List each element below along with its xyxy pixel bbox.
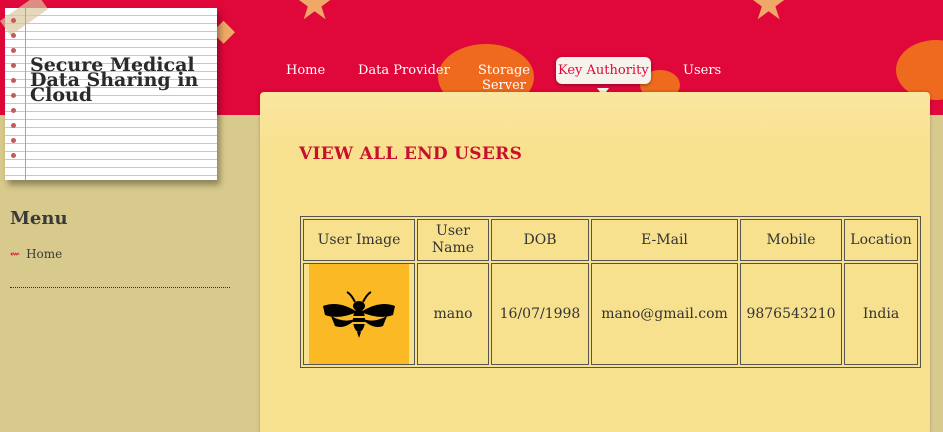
column-header: E-Mail xyxy=(591,219,738,261)
location-cell: India xyxy=(844,263,918,365)
column-header: User Name xyxy=(417,219,489,261)
column-header: Mobile xyxy=(740,219,842,261)
nav-data-provider[interactable]: Data Provider xyxy=(358,63,450,78)
sidebar: Menu ⇜ Home xyxy=(10,208,230,288)
column-header: Location xyxy=(844,219,918,261)
mobile-cell: 9876543210 xyxy=(740,263,842,365)
sidebar-item-label: Home xyxy=(26,247,63,261)
nav-users[interactable]: Users xyxy=(683,63,721,78)
sidebar-item-home[interactable]: ⇜ Home xyxy=(10,247,230,261)
user-image-cell xyxy=(303,263,415,365)
site-title: Secure Medical Data Sharing in Cloud xyxy=(30,54,199,106)
content-panel: VIEW ALL END USERS User Image User Name … xyxy=(260,92,930,432)
nav-storage-server[interactable]: Storage Server xyxy=(474,63,534,93)
nav-key-authority[interactable]: Key Authority xyxy=(556,57,651,84)
star-icon: ★ xyxy=(748,0,790,30)
notepad-holes xyxy=(11,18,16,168)
email-cell: mano@gmail.com xyxy=(591,263,738,365)
menu-divider xyxy=(10,287,230,288)
bee-icon xyxy=(323,291,395,338)
decor-blob xyxy=(896,40,943,100)
nav-home[interactable]: Home xyxy=(286,63,325,78)
bee-avatar xyxy=(309,264,409,364)
menu-title: Menu xyxy=(10,208,68,229)
page-title: VIEW ALL END USERS xyxy=(299,144,523,164)
table-header-row: User Image User Name DOB E-Mail Mobile L… xyxy=(303,219,918,261)
star-icon: ★ xyxy=(294,0,336,30)
notepad-margin-line xyxy=(25,8,26,180)
arrow-icon: ⇜ xyxy=(10,247,21,261)
logo-notepad: Secure Medical Data Sharing in Cloud xyxy=(0,0,217,180)
table-row: mano 16/07/1998 mano@gmail.com 987654321… xyxy=(303,263,918,365)
user-name-cell: mano xyxy=(417,263,489,365)
dob-cell: 16/07/1998 xyxy=(491,263,589,365)
column-header: DOB xyxy=(491,219,589,261)
column-header: User Image xyxy=(303,219,415,261)
users-table: User Image User Name DOB E-Mail Mobile L… xyxy=(300,216,921,368)
